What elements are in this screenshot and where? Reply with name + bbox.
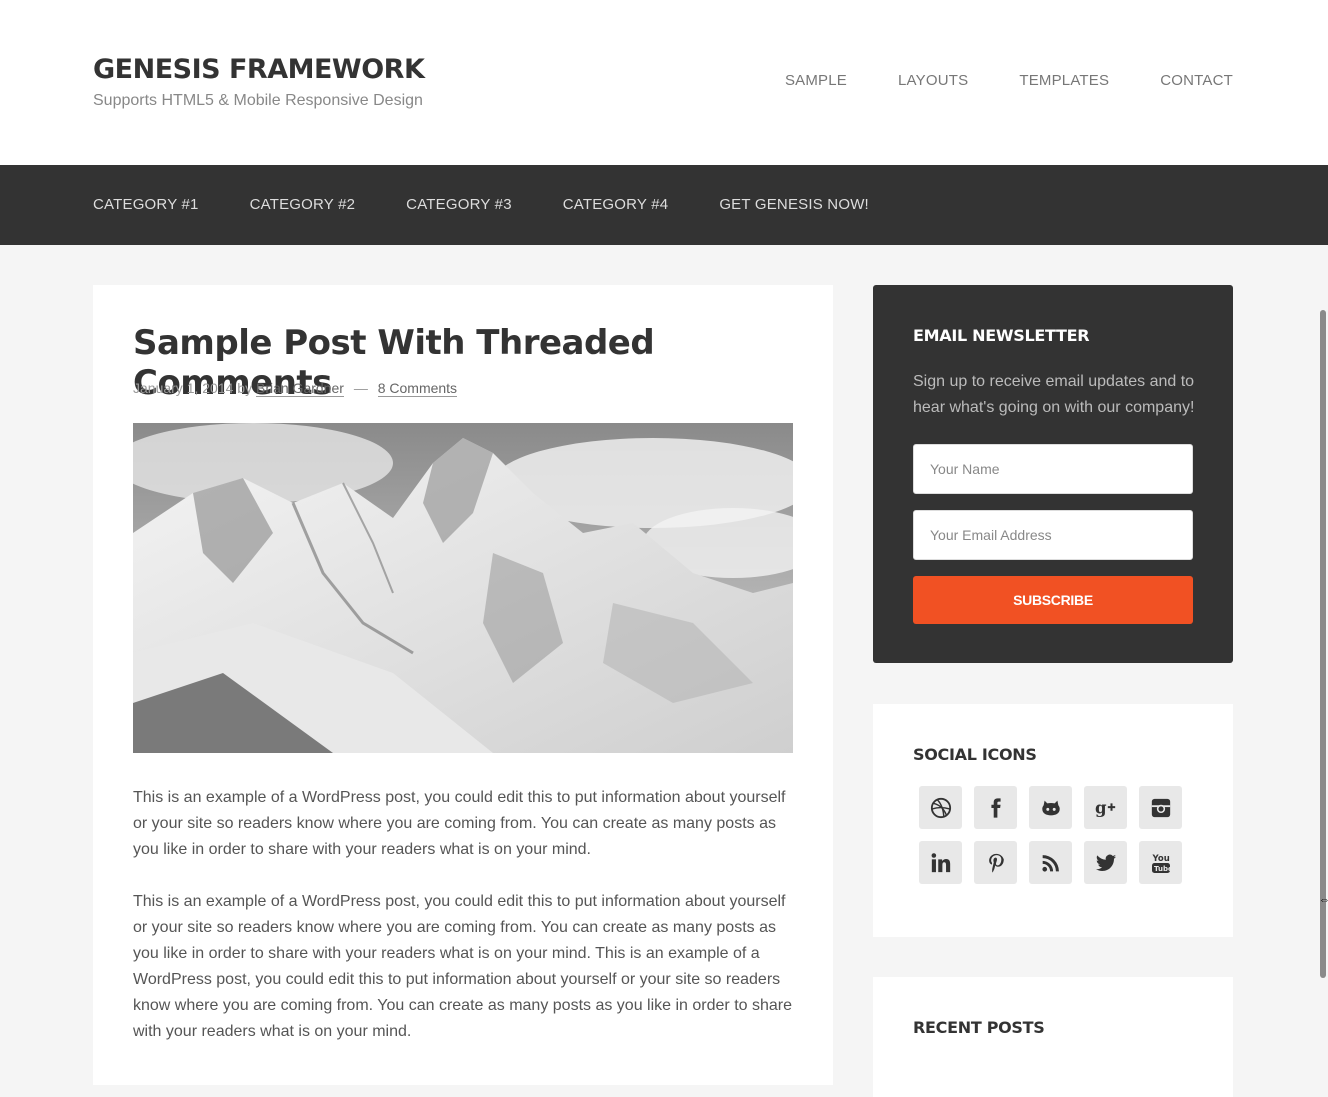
post-date: January 1, 2014 bbox=[133, 380, 234, 396]
post-paragraph: This is an example of a WordPress post, … bbox=[133, 893, 793, 1040]
post-author-link[interactable]: Brian Gardner bbox=[255, 380, 344, 397]
mountain-image bbox=[133, 423, 793, 753]
pinterest-icon[interactable] bbox=[974, 841, 1017, 884]
nav-item-layouts[interactable]: LAYOUTS bbox=[898, 72, 968, 89]
social-icons-grid: g You Tube bbox=[919, 786, 1189, 884]
nav-item-category-2[interactable]: CATEGORY #2 bbox=[250, 196, 356, 213]
nav-item-get-genesis[interactable]: GET GENESIS NOW! bbox=[719, 196, 869, 213]
facebook-icon[interactable] bbox=[974, 786, 1017, 829]
recent-posts-widget: RECENT POSTS bbox=[873, 977, 1233, 1097]
post-by: by bbox=[237, 380, 253, 396]
email-field[interactable] bbox=[913, 510, 1193, 560]
post-content: This is an example of a WordPress post, … bbox=[133, 785, 795, 1071]
social-icons-title: SOCIAL ICONS bbox=[913, 745, 1037, 764]
newsletter-title: EMAIL NEWSLETTER bbox=[913, 326, 1090, 345]
recent-posts-title: RECENT POSTS bbox=[913, 1018, 1045, 1037]
linkedin-icon[interactable] bbox=[919, 841, 962, 884]
newsletter-description: Sign up to receive email updates and to … bbox=[913, 373, 1195, 416]
name-field[interactable] bbox=[913, 444, 1193, 494]
post-paragraph: This is an example of a WordPress post, … bbox=[133, 789, 786, 858]
site-title[interactable]: GENESIS FRAMEWORK bbox=[93, 54, 425, 85]
newsletter-widget: EMAIL NEWSLETTER Sign up to receive emai… bbox=[873, 285, 1233, 663]
secondary-nav-items: CATEGORY #1 CATEGORY #2 CATEGORY #3 CATE… bbox=[93, 196, 869, 213]
twitter-icon[interactable] bbox=[1084, 841, 1127, 884]
google-plus-icon[interactable]: g bbox=[1084, 786, 1127, 829]
resize-cursor-icon: ⇔ bbox=[1319, 894, 1328, 906]
post-meta: January 1, 2014 by Brian Gardner — 8 Com… bbox=[133, 380, 458, 397]
instagram-icon[interactable] bbox=[1139, 786, 1182, 829]
site-header: GENESIS FRAMEWORK Supports HTML5 & Mobil… bbox=[0, 0, 1328, 165]
subscribe-button[interactable]: SUBSCRIBE bbox=[913, 576, 1193, 624]
site-description: Supports HTML5 & Mobile Responsive Desig… bbox=[93, 92, 423, 109]
post-entry: Sample Post With Threaded Comments Janua… bbox=[93, 285, 833, 1085]
github-icon[interactable] bbox=[1029, 786, 1072, 829]
dribbble-icon[interactable] bbox=[919, 786, 962, 829]
page-scrollbar[interactable] bbox=[1320, 310, 1326, 978]
post-comments-link[interactable]: 8 Comments bbox=[377, 380, 458, 397]
youtube-icon[interactable]: You Tube bbox=[1139, 841, 1182, 884]
meta-separator: — bbox=[353, 380, 368, 396]
nav-item-sample[interactable]: SAMPLE bbox=[785, 72, 847, 89]
svg-text:g: g bbox=[1095, 798, 1107, 817]
social-icons-widget: SOCIAL ICONS g You Tube bbox=[873, 704, 1233, 937]
nav-item-category-4[interactable]: CATEGORY #4 bbox=[563, 196, 669, 213]
post-featured-image bbox=[133, 423, 793, 753]
svg-text:Tube: Tube bbox=[1154, 865, 1172, 873]
header-nav: SAMPLE LAYOUTS TEMPLATES CONTACT bbox=[785, 72, 1233, 89]
nav-item-category-1[interactable]: CATEGORY #1 bbox=[93, 196, 199, 213]
secondary-nav: CATEGORY #1 CATEGORY #2 CATEGORY #3 CATE… bbox=[0, 165, 1328, 245]
rss-icon[interactable] bbox=[1029, 841, 1072, 884]
nav-item-contact[interactable]: CONTACT bbox=[1160, 72, 1233, 89]
nav-item-templates[interactable]: TEMPLATES bbox=[1019, 72, 1109, 89]
svg-text:You: You bbox=[1151, 854, 1169, 864]
nav-item-category-3[interactable]: CATEGORY #3 bbox=[406, 196, 512, 213]
